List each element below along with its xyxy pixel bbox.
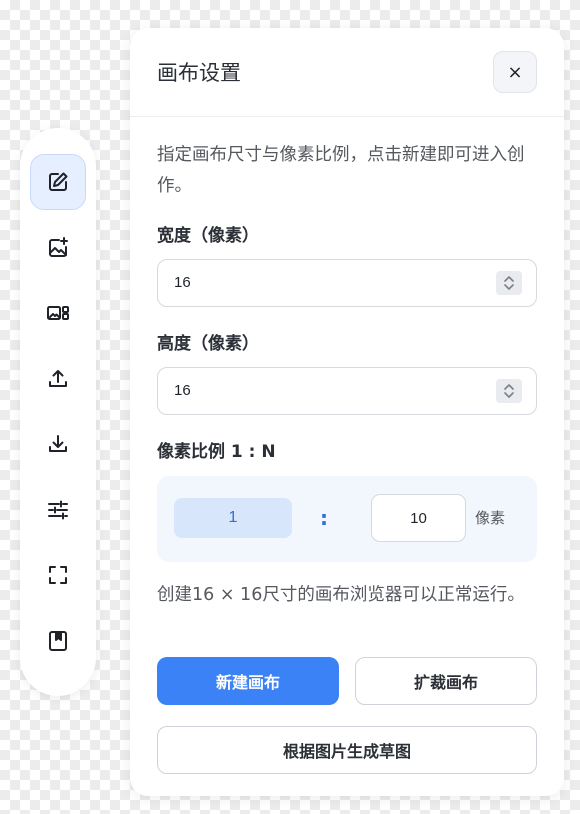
ratio-colon: :: [320, 506, 328, 530]
close-icon: ×: [507, 61, 523, 83]
height-stepper[interactable]: [496, 379, 522, 403]
generate-sketch-button[interactable]: 根据图片生成草图: [157, 726, 537, 774]
ratio-input[interactable]: 10: [371, 494, 466, 542]
panel-title: 画布设置: [157, 61, 241, 85]
panel-description: 指定画布尺寸与像素比例，点击新建即可进入创作。: [157, 145, 525, 196]
edit-icon: [49, 172, 68, 191]
download-icon: [49, 435, 67, 452]
image-add-icon: [49, 237, 68, 257]
edit-tool-button[interactable]: [30, 154, 86, 210]
width-label: 宽度（像素）: [157, 226, 259, 246]
height-input[interactable]: 16: [157, 367, 537, 415]
chevron-up-icon: [504, 384, 514, 390]
pixel-ratio-label: 像素比例 1 : N: [157, 442, 276, 462]
fullscreen-icon: [49, 566, 67, 584]
chevron-down-icon: [504, 392, 514, 398]
ratio-unit: 像素: [475, 509, 506, 527]
ratio-fixed-value: 1: [174, 498, 292, 538]
upload-tool-button[interactable]: [30, 351, 86, 407]
status-text: 创建16 × 16尺寸的画布浏览器可以正常运行。: [157, 585, 525, 605]
adjust-tool-button[interactable]: [30, 482, 86, 538]
upload-icon: [49, 370, 67, 387]
panel-header: 画布设置 ×: [130, 28, 564, 117]
close-button[interactable]: ×: [493, 51, 537, 93]
height-label: 高度（像素）: [157, 334, 259, 354]
bookmark-icon: [49, 631, 67, 651]
pixel-ratio-box: 1 : 10 像素: [157, 476, 537, 562]
chevron-up-icon: [504, 276, 514, 282]
width-stepper[interactable]: [496, 271, 522, 295]
expand-canvas-button[interactable]: 扩裁画布: [355, 657, 537, 705]
width-value: 16: [174, 274, 191, 291]
canvas-settings-panel: 画布设置 × 指定画布尺寸与像素比例，点击新建即可进入创作。 宽度（像素） 16…: [130, 28, 564, 796]
bookmark-tool-button[interactable]: [30, 613, 86, 669]
width-input[interactable]: 16: [157, 259, 537, 307]
download-tool-button[interactable]: [30, 416, 86, 472]
sliders-icon: [48, 500, 68, 520]
fullscreen-tool-button[interactable]: [30, 547, 86, 603]
chevron-down-icon: [504, 284, 514, 290]
image-gallery-tool-button[interactable]: [30, 285, 86, 341]
left-toolbar: [20, 128, 96, 696]
image-grid-icon: [47, 306, 69, 320]
new-canvas-button[interactable]: 新建画布: [157, 657, 339, 705]
add-image-tool-button[interactable]: [30, 220, 86, 276]
height-value: 16: [174, 382, 191, 399]
